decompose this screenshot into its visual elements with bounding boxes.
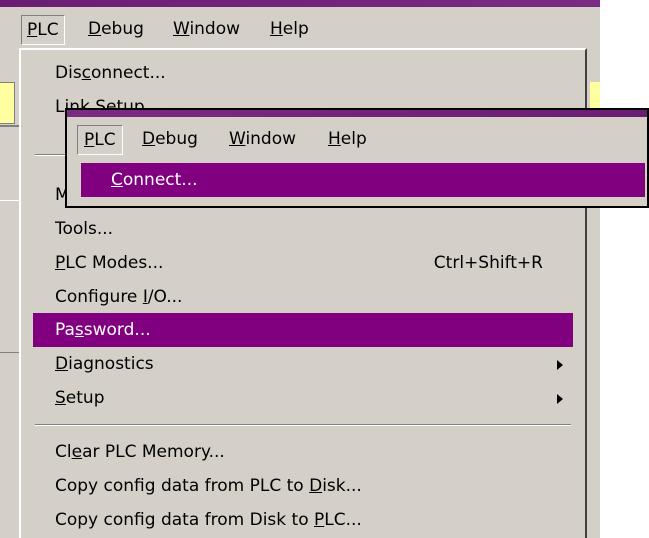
menu-bar: PLC Debug Window Help xyxy=(0,7,600,49)
menu-item-disconnect[interactable]: Disconnect... xyxy=(33,56,573,90)
menu-label: LC xyxy=(37,20,59,40)
menu-item-label: Tools... xyxy=(55,219,114,239)
menu-item-tools[interactable]: Tools... xyxy=(33,212,573,246)
inset-menu-plc[interactable]: PLC xyxy=(77,125,123,155)
menu-item-label: Copy config data from PLC to xyxy=(55,476,310,496)
inset-title-bar xyxy=(67,110,647,117)
inset-menu-debug[interactable]: Debug xyxy=(142,125,198,153)
menu-accel: P xyxy=(314,510,325,530)
menu-accel: W xyxy=(229,129,246,149)
menu-label: indow xyxy=(189,19,241,39)
menu-item-label: onnect... xyxy=(122,170,198,190)
menu-accel: c xyxy=(81,63,92,83)
menu-plc[interactable]: PLC xyxy=(21,15,65,45)
menu-item-setup[interactable]: Setup xyxy=(33,381,573,415)
menu-accel: W xyxy=(173,19,190,39)
menu-item-diagnostics[interactable]: Diagnostics xyxy=(33,347,573,381)
menu-accel: H xyxy=(328,129,341,149)
menu-item-plc-modes[interactable]: PLC Modes... Ctrl+Shift+R xyxy=(33,246,573,280)
menu-item-label: Copy config data from Disk to xyxy=(55,510,315,530)
menu-item-label: isk... xyxy=(322,476,362,496)
menu-item-label: onnect... xyxy=(91,63,166,83)
menu-accel: D xyxy=(309,476,323,496)
menu-item-copy-disk-to-plc[interactable]: Copy config data from Disk to PLC... xyxy=(33,503,573,537)
menu-accel: D xyxy=(88,19,102,39)
menu-item-label: sword... xyxy=(83,320,151,340)
inset-menu-help[interactable]: Help xyxy=(328,125,367,153)
menu-shortcut: Ctrl+Shift+R xyxy=(433,253,543,273)
menu-accel: s xyxy=(74,320,84,340)
menu-label: elp xyxy=(282,19,309,39)
menu-accel: D xyxy=(55,354,69,374)
menu-item-label: Pa xyxy=(55,320,75,340)
menu-item-copy-plc-to-disk[interactable]: Copy config data from PLC to Disk... xyxy=(33,469,573,503)
menu-item-label: /O... xyxy=(147,287,183,307)
menu-item-label: Dis xyxy=(55,63,82,83)
menu-label: ebug xyxy=(155,129,198,149)
menu-item-label: Cl xyxy=(55,442,72,462)
menu-item-label: etup xyxy=(65,388,105,408)
divider xyxy=(0,352,20,353)
divider xyxy=(0,200,20,201)
inset-menu-window[interactable]: Window xyxy=(229,125,296,153)
menu-accel: H xyxy=(270,19,283,39)
menu-item-configure-io[interactable]: Configure I/O... xyxy=(33,280,573,314)
menu-item-connect[interactable]: Connect... xyxy=(81,163,645,197)
menu-label: indow xyxy=(245,129,297,149)
divider xyxy=(0,125,20,127)
menu-label: elp xyxy=(340,129,367,149)
background-panel xyxy=(0,82,15,124)
menu-accel: D xyxy=(142,129,156,149)
submenu-arrow-icon xyxy=(557,360,563,370)
menu-accel: e xyxy=(71,442,83,462)
menu-window[interactable]: Window xyxy=(167,15,246,43)
menu-debug[interactable]: Debug xyxy=(82,15,150,43)
menu-separator xyxy=(35,424,571,426)
menu-accel: P xyxy=(55,253,66,273)
menu-label: ebug xyxy=(101,19,144,39)
menu-item-label: Configure xyxy=(55,287,143,307)
menu-item-label: LC... xyxy=(324,510,362,530)
inset-window: PLC Debug Window Help Connect... xyxy=(65,108,649,208)
menu-item-clear-plc-memory[interactable]: Clear PLC Memory... xyxy=(33,435,573,469)
main-window: PLC Debug Window Help Disconnect... Link… xyxy=(0,0,600,538)
menu-item-label: ar PLC Memory... xyxy=(82,442,225,462)
menu-item-label: iagnostics xyxy=(68,354,154,374)
menu-item-password[interactable]: Password... xyxy=(33,313,573,347)
menu-help[interactable]: Help xyxy=(264,15,315,43)
menu-accel: C xyxy=(111,170,123,190)
menu-accel: P xyxy=(84,130,95,150)
title-bar xyxy=(0,0,600,7)
menu-accel: S xyxy=(55,388,66,408)
menu-label: LC xyxy=(94,130,116,150)
menu-item-label: LC Modes... xyxy=(65,253,164,273)
menu-accel: P xyxy=(27,20,38,40)
submenu-arrow-icon xyxy=(557,394,563,404)
inset-menu-bar: PLC Debug Window Help xyxy=(67,117,647,157)
